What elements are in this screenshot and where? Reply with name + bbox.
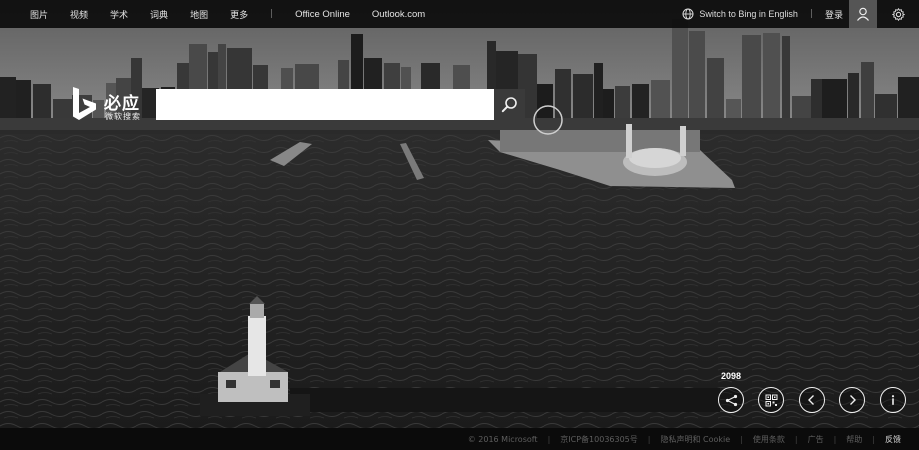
switch-language-link[interactable]: Switch to Bing in English <box>699 9 798 19</box>
footer-separator: | <box>647 434 651 444</box>
image-info-button[interactable] <box>880 387 906 413</box>
footer-separator: | <box>740 434 743 444</box>
qr-code-button[interactable] <box>758 387 784 413</box>
footer-separator: | <box>872 434 875 444</box>
background-photo <box>0 0 919 428</box>
nav-item-office-online[interactable]: Office Online <box>295 9 350 20</box>
gear-icon <box>891 7 905 21</box>
nav-item-more[interactable]: 更多 <box>230 8 248 21</box>
footer-privacy-link[interactable]: 隐私声明和 Cookie <box>660 434 730 445</box>
header-right: Switch to Bing in English | 登录 <box>682 0 919 28</box>
sign-in-link[interactable]: 登录 <box>825 8 843 21</box>
footer-feedback-link[interactable]: 反馈 <box>885 434 901 445</box>
footer-help-link[interactable]: 帮助 <box>846 434 862 445</box>
next-image-button[interactable] <box>839 387 865 413</box>
share-count: 2098 <box>721 371 742 381</box>
nav-item-images[interactable]: 图片 <box>30 8 48 21</box>
user-icon <box>857 7 869 21</box>
settings-button[interactable] <box>877 0 919 28</box>
bing-logo-icon <box>73 87 96 120</box>
globe-icon[interactable] <box>682 8 694 20</box>
info-icon <box>891 395 895 405</box>
footer-separator: | <box>833 434 837 444</box>
previous-image-button[interactable] <box>799 387 825 413</box>
nav-separator: | <box>270 9 274 19</box>
nav-item-academic[interactable]: 学术 <box>110 8 128 21</box>
footer: © 2016 Microsoft | 京ICP备10036305号 | 隐私声明… <box>0 428 919 450</box>
nav-item-outlook[interactable]: Outlook.com <box>372 9 425 20</box>
top-navigation-bar: 图片 视频 学术 词典 地图 更多 | Office Online Outloo… <box>0 0 919 28</box>
header-separator: | <box>809 9 813 19</box>
chevron-right-icon <box>850 395 856 405</box>
footer-separator: | <box>547 434 551 444</box>
nav-item-maps[interactable]: 地图 <box>190 8 208 21</box>
nav-item-videos[interactable]: 视频 <box>70 8 88 21</box>
footer-separator: | <box>794 434 798 444</box>
bing-logo[interactable]: 必应 微软搜索 <box>70 86 152 126</box>
footer-icp-link[interactable]: 京ICP备10036305号 <box>560 434 638 445</box>
nav-links: 图片 视频 学术 词典 地图 更多 | Office Online Outloo… <box>30 0 447 28</box>
avatar[interactable] <box>849 0 877 28</box>
search-button[interactable] <box>494 89 525 120</box>
search-icon <box>501 97 517 113</box>
share-button[interactable] <box>718 387 744 413</box>
nav-item-dictionary[interactable]: 词典 <box>150 8 168 21</box>
bing-homepage: 图片 视频 学术 词典 地图 更多 | Office Online Outloo… <box>0 0 919 450</box>
footer-ads-link[interactable]: 广告 <box>808 434 824 445</box>
footer-links: © 2016 Microsoft | 京ICP备10036305号 | 隐私声明… <box>468 428 901 450</box>
search-input[interactable] <box>156 89 494 120</box>
chevron-left-icon <box>808 395 814 405</box>
qr-code-icon <box>765 394 777 406</box>
share-icon <box>725 394 737 406</box>
logo-subtitle: 微软搜索 <box>105 112 141 121</box>
footer-copyright: © 2016 Microsoft <box>467 434 538 444</box>
footer-terms-link[interactable]: 使用条款 <box>753 434 785 445</box>
